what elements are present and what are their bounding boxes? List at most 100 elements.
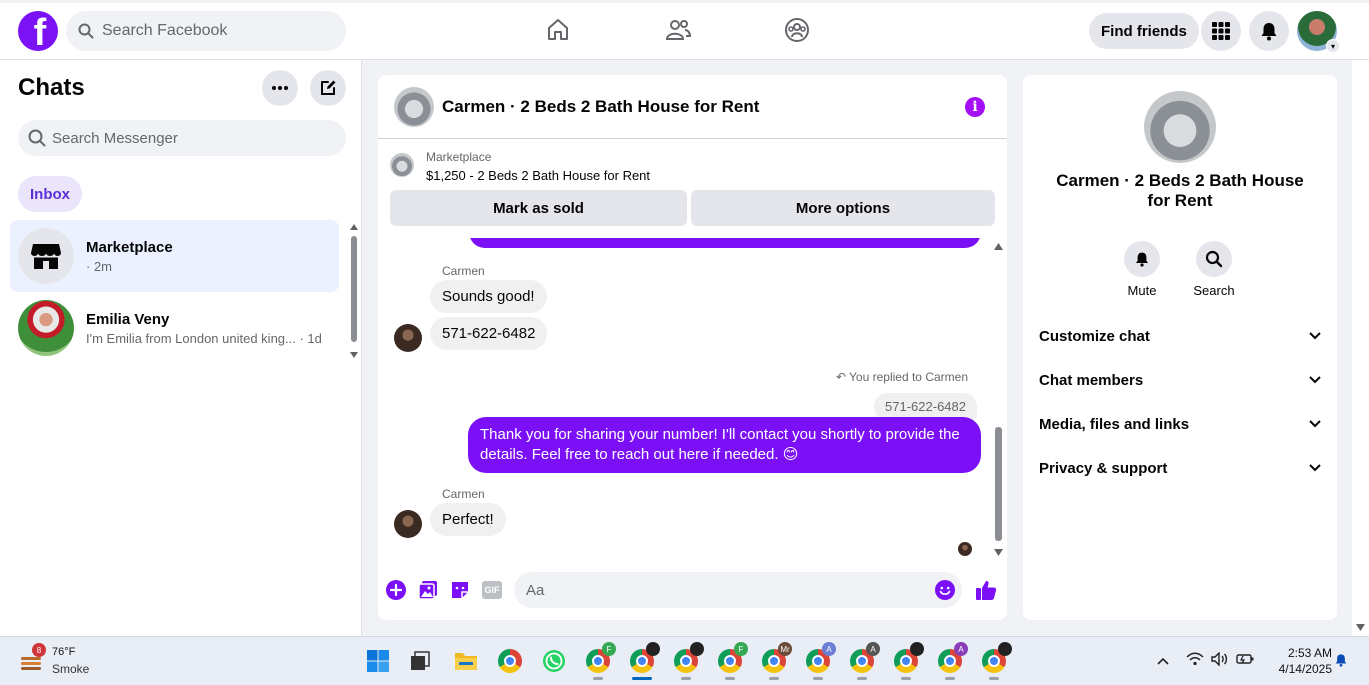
more-options-button[interactable]: More options (691, 190, 995, 226)
message-list: Carmen Sounds good! 571-622-6482 ↶ You re… (378, 238, 1007, 564)
friends-icon[interactable] (662, 14, 694, 46)
mute-button[interactable]: Mute (1112, 241, 1172, 298)
scroll-down-icon[interactable] (1356, 624, 1365, 631)
chrome-profile-icon[interactable] (980, 642, 1012, 680)
carmen-avatar[interactable] (394, 324, 422, 352)
chrome-profile-icon[interactable]: A (848, 642, 880, 680)
menu-grid-icon[interactable] (1201, 11, 1241, 51)
message-bubble-incoming[interactable]: Sounds good! (430, 280, 547, 313)
show-hidden-icons-chevron-icon[interactable] (1157, 653, 1169, 668)
conversation-scrollbar[interactable] (992, 241, 1004, 561)
sticker-icon[interactable] (450, 580, 470, 600)
wifi-icon[interactable] (1186, 652, 1204, 669)
emoji-icon[interactable] (935, 580, 955, 600)
listing-avatar[interactable] (394, 86, 434, 127)
scroll-up-icon[interactable] (994, 243, 1003, 250)
marketplace-listing-bar: Marketplace $1,250 - 2 Beds 2 Bath House… (378, 140, 1007, 238)
system-clock[interactable]: 2:53 AM 4/14/2025 (1262, 645, 1332, 677)
mark-as-sold-button[interactable]: Mark as sold (390, 190, 687, 226)
sender-name: Carmen (442, 264, 485, 278)
profile-badge: A (954, 642, 968, 656)
facebook-search[interactable] (66, 11, 346, 51)
chrome-profile-icon[interactable] (672, 642, 704, 680)
privacy-support-row[interactable]: Privacy & support (1039, 450, 1321, 486)
notification-center-bell-icon[interactable] (1334, 652, 1348, 671)
scroll-up-icon[interactable] (350, 224, 358, 230)
facebook-search-input[interactable] (102, 22, 322, 40)
photo-icon[interactable] (418, 580, 438, 600)
weather-widget[interactable]: 8 76°F Smoke (20, 643, 100, 679)
facebook-logo[interactable]: f (18, 11, 58, 51)
marketplace-avatar (18, 228, 74, 284)
listing-title[interactable]: $1,250 - 2 Beds 2 Bath House for Rent (426, 168, 650, 183)
windows-start-icon[interactable] (364, 647, 392, 675)
carmen-avatar[interactable] (394, 510, 422, 538)
messenger-search[interactable] (18, 120, 346, 156)
reply-indicator: ↶ You replied to Carmen (836, 370, 968, 384)
scroll-down-icon[interactable] (994, 549, 1003, 556)
taskbar-running-indicator (945, 677, 955, 680)
chrome-profile-icon[interactable]: Mr (760, 642, 792, 680)
message-bubble-incoming[interactable]: 571-622-6482 (430, 317, 548, 350)
chat-members-row[interactable]: Chat members (1039, 362, 1321, 398)
chat-item-emilia-veny[interactable]: Emilia Veny I'm Emilia from London unite… (10, 292, 339, 364)
search-in-chat-button[interactable]: Search (1184, 241, 1244, 298)
chevron-down-icon (1309, 464, 1321, 472)
media-files-links-row[interactable]: Media, files and links (1039, 406, 1321, 442)
groups-icon[interactable] (781, 14, 813, 46)
top-navigation-bar: f Find friends ▾ (0, 0, 1369, 60)
search-icon (1196, 241, 1232, 277)
chat-members-label: Chat members (1039, 371, 1144, 389)
conversation-scroll-thumb[interactable] (995, 427, 1002, 541)
volume-icon[interactable] (1211, 651, 1229, 669)
message-input[interactable] (526, 581, 906, 599)
message-bubble-incoming[interactable]: Perfect! (430, 503, 506, 536)
chrome-profile-icon[interactable]: F (716, 642, 748, 680)
more-options-icon[interactable] (262, 70, 298, 106)
battery-icon[interactable] (1236, 653, 1254, 668)
message-bubble-outgoing[interactable]: Thank you for sharing your number! I'll … (468, 417, 981, 473)
listing-thumbnail[interactable] (390, 153, 414, 177)
chrome-profile-icon[interactable]: F (584, 642, 616, 680)
chrome-profile-icon[interactable]: A (936, 642, 968, 680)
plus-icon[interactable] (386, 580, 406, 600)
taskbar-active-indicator (632, 677, 652, 680)
scroll-down-icon[interactable] (350, 352, 358, 358)
page-scrollbar[interactable] (1352, 60, 1369, 636)
taskbar-running-indicator (901, 677, 911, 680)
new-message-icon[interactable] (310, 70, 346, 106)
conversation-info-icon[interactable]: i (965, 97, 985, 117)
thumbs-up-icon[interactable] (974, 578, 998, 602)
message-input-field[interactable] (514, 572, 962, 608)
sidebar-scrollbar[interactable] (349, 222, 359, 362)
message-bubble-outgoing[interactable] (469, 238, 981, 248)
gif-icon[interactable]: GIF (482, 580, 502, 600)
sidebar-scroll-thumb[interactable] (351, 236, 357, 342)
find-friends-button[interactable]: Find friends (1089, 13, 1199, 49)
conversation-panel: Carmen · 2 Beds 2 Bath House for Rent i … (378, 75, 1007, 620)
quoted-message[interactable]: 571-622-6482 (874, 393, 977, 420)
task-view-icon[interactable] (406, 647, 434, 675)
chat-item-marketplace[interactable]: Marketplace · 2m (10, 220, 339, 292)
home-icon[interactable] (542, 14, 574, 46)
chrome-profile-icon[interactable]: A (804, 642, 836, 680)
customize-chat-row[interactable]: Customize chat (1039, 318, 1321, 354)
media-files-links-label: Media, files and links (1039, 415, 1190, 433)
conversation-header: Carmen · 2 Beds 2 Bath House for Rent i (378, 75, 1007, 139)
messenger-search-input[interactable] (52, 129, 322, 147)
profile-badge (998, 642, 1012, 656)
chrome-profile-icon[interactable] (892, 642, 924, 680)
mute-label: Mute (1127, 283, 1157, 298)
chrome-icon[interactable] (496, 647, 524, 675)
tab-inbox[interactable]: Inbox (18, 176, 82, 212)
whatsapp-icon[interactable] (540, 647, 568, 675)
account-avatar[interactable]: ▾ (1297, 11, 1340, 53)
find-friends-label: Find friends (1101, 22, 1187, 40)
file-explorer-icon[interactable] (452, 647, 480, 675)
chrome-profile-icon[interactable] (628, 642, 660, 680)
chevron-down-icon (1309, 420, 1321, 428)
notifications-bell-icon[interactable] (1249, 11, 1289, 51)
conversation-title[interactable]: Carmen · 2 Beds 2 Bath House for Rent (442, 97, 759, 117)
weather-temperature: 76°F (52, 646, 76, 658)
listing-photo[interactable] (1144, 91, 1216, 163)
